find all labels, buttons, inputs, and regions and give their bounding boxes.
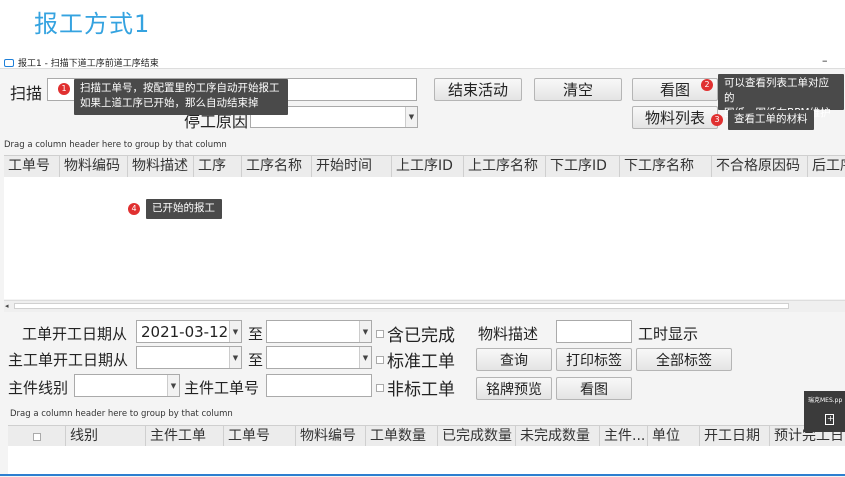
- group-hint: Drag a column header here to group by th…: [4, 140, 227, 150]
- tooltip-line: 如果上道工序已开始，那么自动结束掉: [80, 97, 259, 109]
- chevron-down-icon: ▼: [167, 375, 179, 396]
- column-header[interactable]: 物料编码: [60, 156, 128, 178]
- tooltip-line: 查看工单的材料: [734, 113, 808, 125]
- checkbox-box[interactable]: [376, 355, 384, 364]
- include-done-label: 含已完成: [387, 326, 455, 346]
- column-header[interactable]: 已完成数量: [438, 426, 516, 447]
- tooltip-badge-1: 1: [58, 83, 70, 95]
- column-header[interactable]: 开始时间: [312, 156, 392, 178]
- column-header[interactable]: 物料编号: [296, 426, 366, 447]
- column-header[interactable]: 单位: [648, 426, 700, 447]
- nonstandard-wo-checkbox[interactable]: 非标工单: [376, 375, 455, 400]
- main-wo-no-input[interactable]: [266, 374, 372, 397]
- scan-label: 扫描: [10, 84, 43, 103]
- main-wo-end-date-picker[interactable]: ▼: [266, 346, 372, 369]
- column-header[interactable]: 上工序名称: [464, 156, 546, 178]
- clear-button[interactable]: 清空: [534, 78, 622, 101]
- material-desc-label: 物料描述: [478, 325, 539, 343]
- column-header[interactable]: 不合格原因码: [712, 156, 808, 178]
- tooltip-badge-2: 2: [701, 79, 713, 91]
- material-list-button[interactable]: 物料列表: [632, 106, 718, 129]
- end-activity-button[interactable]: 结束活动: [434, 78, 522, 101]
- column-header[interactable]: 后工序: [808, 156, 845, 178]
- tooltip-badge-3: 3: [711, 114, 723, 126]
- main-wo-start-from-label: 主工单开工日期从: [8, 351, 129, 369]
- main-line-label: 主件线别: [8, 379, 69, 397]
- horizontal-scrollbar[interactable]: ◂: [4, 300, 845, 312]
- export-file-icon[interactable]: +: [825, 414, 834, 425]
- tooltip-line: 已开始的报工: [152, 202, 215, 214]
- view-drawing-button-bottom[interactable]: 看图: [556, 377, 632, 400]
- standard-wo-checkbox[interactable]: 标准工单: [376, 347, 455, 372]
- bottom-grid-body[interactable]: [8, 446, 845, 476]
- main-wo-start-date-picker[interactable]: ▼: [136, 346, 242, 369]
- standard-wo-label: 标准工单: [387, 352, 455, 372]
- chevron-down-icon: ▼: [229, 321, 241, 342]
- tooltip-line: 可以查看列表工单对应的: [724, 77, 829, 104]
- main-wo-no-label: 主件工单号: [184, 379, 260, 397]
- minimize-button[interactable]: –: [822, 54, 828, 67]
- column-header[interactable]: 开工日期: [700, 426, 770, 447]
- column-header[interactable]: 工单数量: [366, 426, 438, 447]
- top-grid-header: 工单号 物料编码 物料描述 工序 工序名称 开始时间 上工序ID 上工序名称 下…: [4, 155, 845, 179]
- tooltip-drawing-info: 可以查看列表工单对应的 图纸，图纸在BPM维护: [718, 74, 844, 119]
- column-header[interactable]: 工序: [194, 156, 242, 178]
- chevron-down-icon: ▼: [229, 347, 241, 368]
- page-title: 报工方式1: [34, 10, 151, 38]
- column-header[interactable]: 工单号: [224, 426, 296, 447]
- select-all-checkbox[interactable]: [32, 432, 41, 441]
- top-grid-body[interactable]: [4, 177, 845, 299]
- chevron-down-icon: ▼: [359, 321, 371, 342]
- checkbox-box[interactable]: [376, 383, 384, 392]
- bottom-grid-header: 线别 主件工单 工单号 物料编号 工单数量 已完成数量 未完成数量 主件... …: [8, 425, 845, 448]
- tooltip-line: 扫描工单号，按配置里的工序自动开始报工: [80, 82, 280, 94]
- wo-start-date-value: 2021-03-12: [141, 323, 229, 341]
- scrollbar-thumb[interactable]: [14, 303, 789, 309]
- column-header[interactable]: 工序名称: [242, 156, 312, 178]
- column-header[interactable]: 上工序ID: [392, 156, 464, 178]
- wo-start-date-picker[interactable]: 2021-03-12 ▼: [136, 320, 242, 343]
- column-header[interactable]: 主件...: [600, 426, 648, 447]
- floating-widget[interactable]: 瑞克MES.pp +: [804, 391, 845, 432]
- hours-display-label: 工时显示: [638, 325, 699, 343]
- wo-end-date-picker[interactable]: ▼: [266, 320, 372, 343]
- main-line-select[interactable]: ▼: [74, 374, 180, 397]
- material-desc-input[interactable]: [556, 320, 632, 343]
- column-header[interactable]: 未完成数量: [516, 426, 600, 447]
- select-all-cell[interactable]: [8, 426, 66, 447]
- column-header[interactable]: 下工序名称: [620, 156, 712, 178]
- column-header[interactable]: 主件工单: [146, 426, 224, 447]
- column-header[interactable]: 工单号: [4, 156, 60, 178]
- column-header[interactable]: 下工序ID: [546, 156, 620, 178]
- chevron-down-icon: ▼: [405, 107, 417, 127]
- tooltip-badge-4: 4: [128, 203, 140, 215]
- window-app-icon: [4, 58, 14, 67]
- tooltip-material-info: 查看工单的材料: [728, 110, 814, 130]
- nameplate-preview-button[interactable]: 铭牌预览: [476, 377, 552, 400]
- nonstandard-wo-label: 非标工单: [387, 380, 455, 400]
- floating-widget-title: 瑞克MES.pp: [808, 397, 843, 404]
- column-header[interactable]: 物料描述: [128, 156, 194, 178]
- chevron-down-icon: ▼: [359, 347, 371, 368]
- checkbox-box[interactable]: [376, 329, 384, 338]
- tooltip-scan-info: 扫描工单号，按配置里的工序自动开始报工 如果上道工序已开始，那么自动结束掉: [74, 79, 288, 115]
- wo-start-from-label: 工单开工日期从: [22, 325, 128, 343]
- column-header[interactable]: 线别: [66, 426, 146, 447]
- tooltip-started-info: 已开始的报工: [146, 199, 222, 219]
- query-button[interactable]: 查询: [476, 348, 552, 371]
- print-label-button[interactable]: 打印标签: [556, 348, 632, 371]
- include-done-checkbox[interactable]: 含已完成: [376, 321, 455, 346]
- to-label: 至: [248, 325, 264, 343]
- all-labels-button[interactable]: 全部标签: [636, 348, 732, 371]
- to-label: 至: [248, 351, 264, 369]
- scroll-left-icon[interactable]: ◂: [5, 302, 9, 310]
- group-hint: Drag a column header here to group by th…: [10, 409, 233, 419]
